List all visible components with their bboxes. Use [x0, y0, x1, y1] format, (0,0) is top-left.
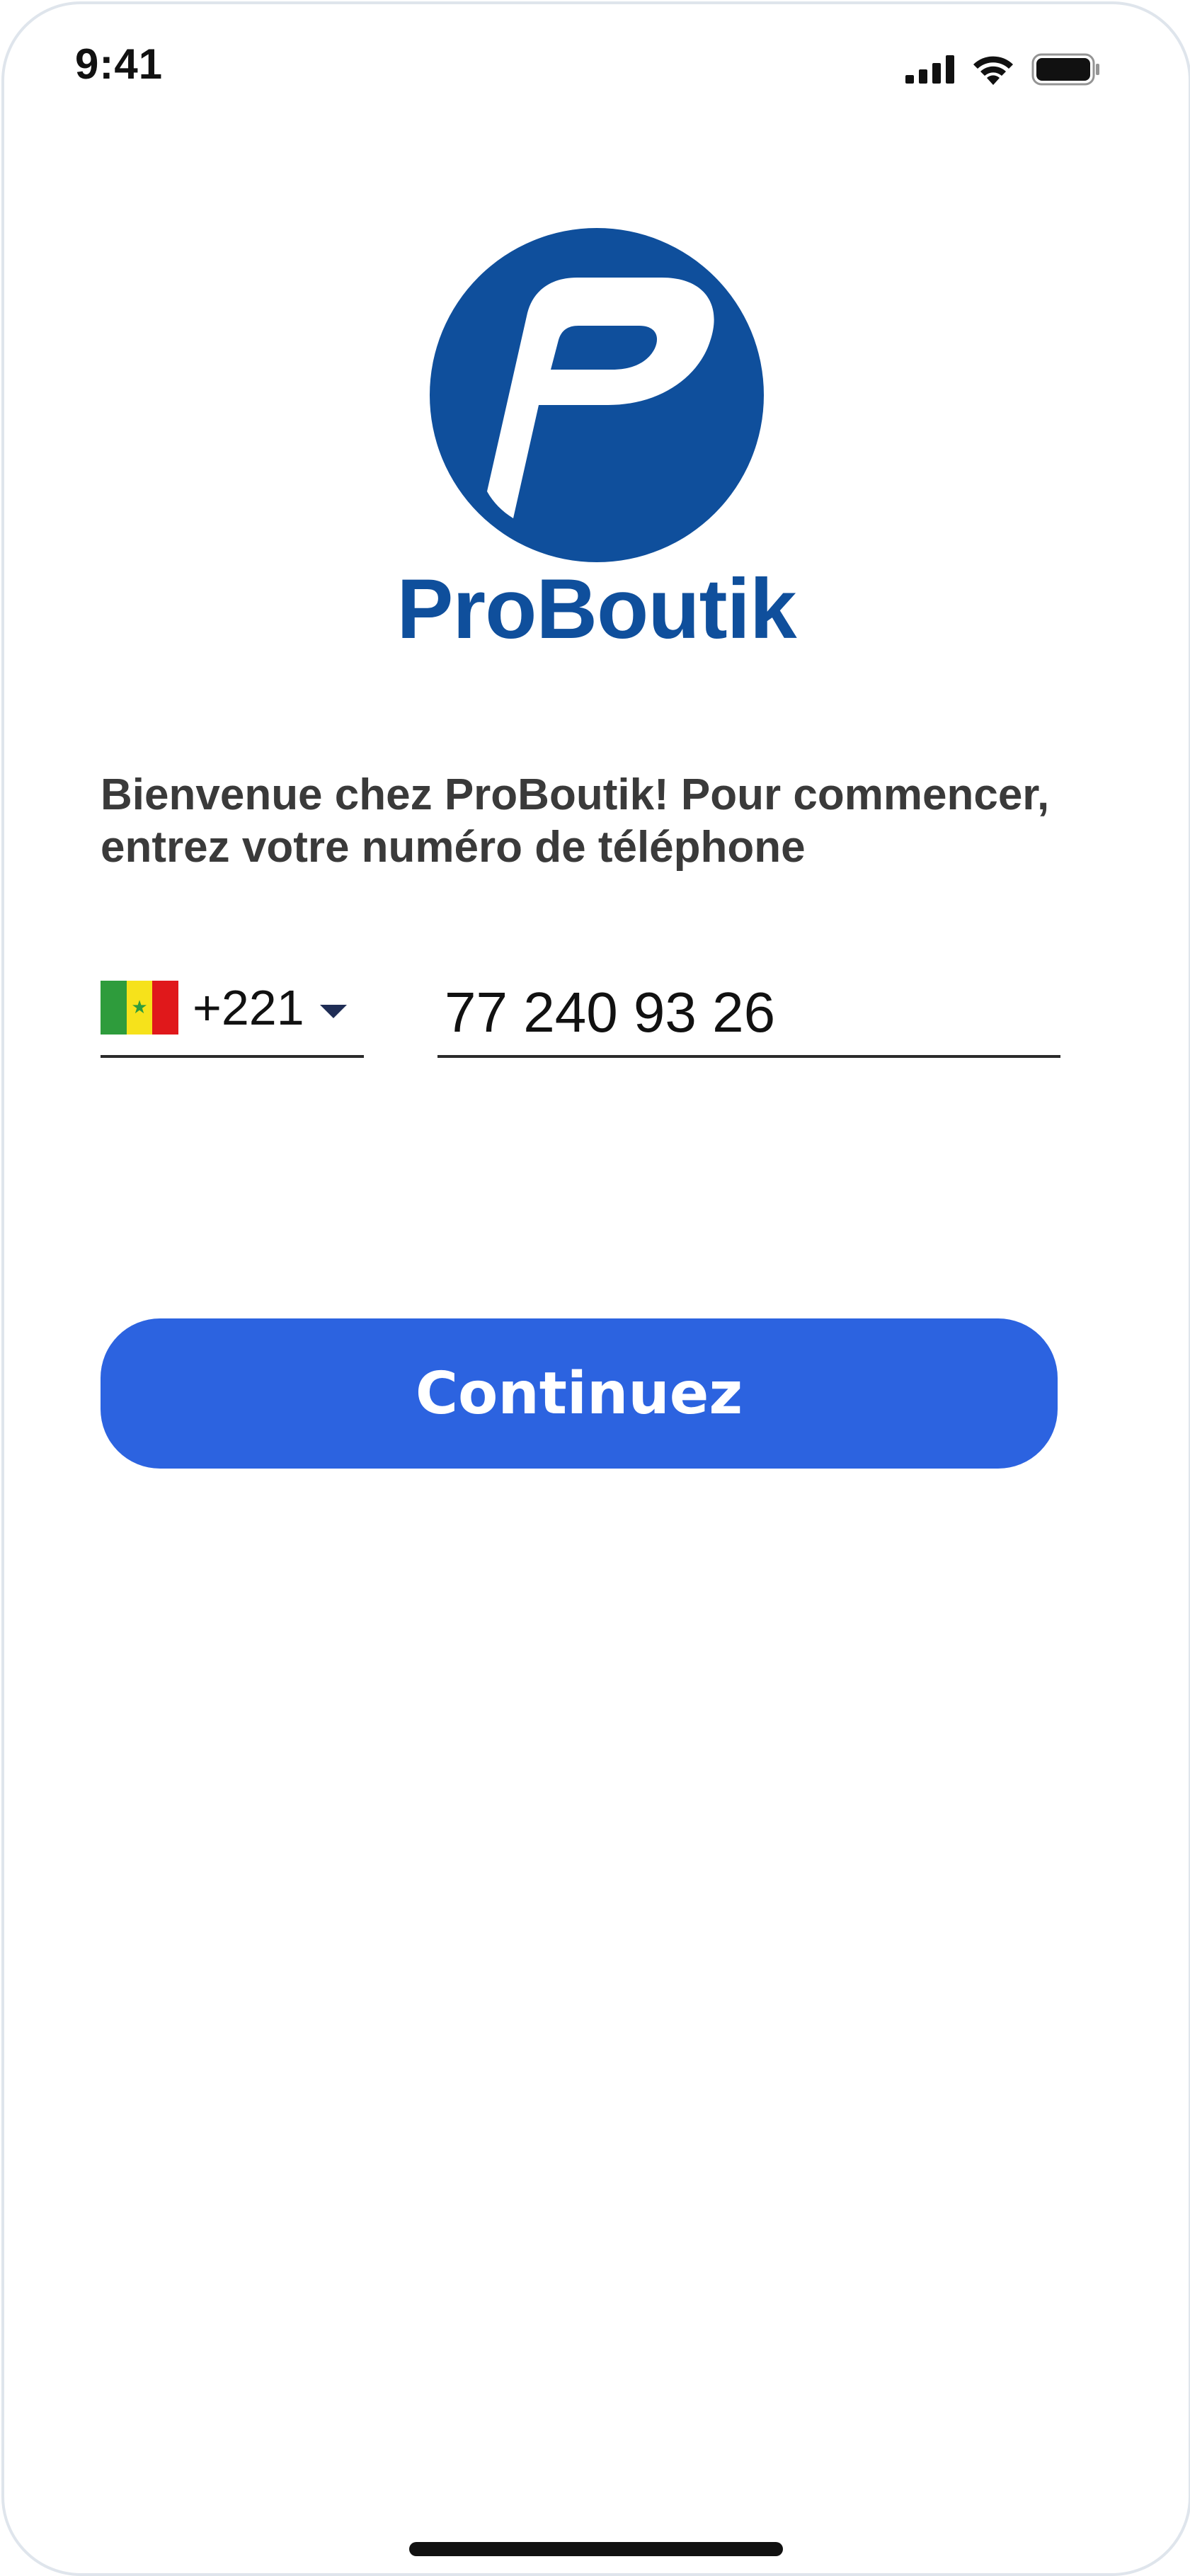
phone-screen: 9:41 ProBoutik Bienvenue chez ProBoutik!… [1, 1, 1190, 2576]
signal-icon [905, 55, 955, 84]
wifi-icon [972, 54, 1014, 85]
continue-button[interactable]: Continuez [101, 1318, 1058, 1469]
chevron-down-icon [319, 1004, 347, 1018]
status-time: 9:41 [75, 40, 164, 88]
welcome-message: Bienvenue chez ProBoutik! Pour commencer… [101, 770, 1050, 872]
logo-mark-icon [429, 228, 764, 562]
battery-icon [1031, 53, 1101, 86]
home-indicator[interactable] [409, 2542, 783, 2556]
phone-number-field [437, 974, 1060, 1058]
brand-name: ProBoutik [396, 562, 796, 656]
phone-number-input[interactable] [437, 980, 1060, 1045]
status-icons [905, 48, 1101, 91]
country-code-picker[interactable]: ★ +221 [101, 974, 364, 1058]
dial-code: +221 [193, 980, 304, 1035]
brand-logo: ProBoutik [4, 228, 1189, 651]
senegal-flag-icon: ★ [101, 981, 179, 1035]
